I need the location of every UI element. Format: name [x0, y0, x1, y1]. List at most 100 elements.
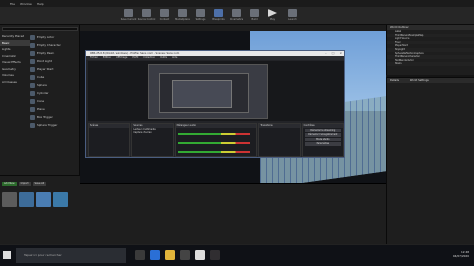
- actor-item[interactable]: Cube: [30, 73, 80, 81]
- maximize-icon[interactable]: □: [332, 51, 335, 56]
- actor-item[interactable]: Point Light: [30, 57, 80, 65]
- store-icon[interactable]: [180, 250, 190, 260]
- add-new-button[interactable]: Add New: [2, 182, 17, 186]
- obs-menu-item[interactable]: Profil: [132, 56, 138, 60]
- actor-icon: [30, 114, 35, 120]
- obs-menu-item[interactable]: Fichier: [90, 56, 98, 60]
- obs-menu-item[interactable]: Aide: [172, 56, 177, 60]
- task-view-icon[interactable]: [135, 250, 145, 260]
- source-item[interactable]: Capture d'ecran: [132, 131, 172, 135]
- blueprints-button[interactable]: Blueprints: [210, 9, 227, 24]
- actor-icon: [30, 66, 35, 72]
- preview-capture: [148, 64, 268, 119]
- actor-item[interactable]: Sphere: [30, 81, 80, 89]
- content-browser: Add New Import Save All: [0, 175, 80, 244]
- asset-tile[interactable]: [2, 192, 17, 207]
- obs-menubar: Fichier Edition Affichage Profil Collect…: [86, 56, 344, 60]
- window-controls: – □ ×: [325, 51, 342, 56]
- marketplace-icon: [178, 9, 187, 17]
- content-button[interactable]: Content: [156, 9, 173, 24]
- settings-button[interactable]: Settings: [192, 9, 209, 24]
- preview-capture-inner-2: [172, 80, 232, 108]
- taskbar-clock[interactable]: 12:48 04/07/2020: [453, 250, 469, 258]
- source-control-icon: [142, 9, 151, 17]
- actor-item[interactable]: Empty Pawn: [30, 49, 80, 57]
- sources-dock: Sources Lecteur multimedia Capture d'ecr…: [131, 123, 174, 157]
- edge-icon[interactable]: [150, 250, 160, 260]
- start-recording-button[interactable]: Démarrer l'enregistrement: [304, 133, 341, 137]
- outliner-list: Label ThirdPersonExampleMap Light Source…: [387, 30, 474, 66]
- start-streaming-button[interactable]: Démarrer le streaming: [304, 128, 341, 132]
- import-button[interactable]: Import: [18, 182, 31, 186]
- obs-docks: Scènes Sources Lecteur multimedia Captur…: [88, 123, 344, 157]
- actor-item[interactable]: Cone: [30, 97, 80, 105]
- asset-grid: [2, 192, 68, 207]
- world-outliner: World Outliner Label ThirdPersonExampleM…: [386, 25, 474, 75]
- close-icon[interactable]: ×: [339, 51, 342, 56]
- menu-window[interactable]: Window: [20, 2, 32, 6]
- actor-icon: [30, 82, 35, 88]
- content-toolbar: Add New Import Save All: [2, 182, 47, 186]
- audio-meter: [177, 142, 251, 144]
- actor-item[interactable]: Sphere Trigger: [30, 121, 80, 129]
- asset-tile[interactable]: [19, 192, 34, 207]
- asset-tile[interactable]: [53, 192, 68, 207]
- play-icon: [268, 9, 277, 17]
- obs-menu-item[interactable]: Affichage: [116, 56, 127, 60]
- gear-icon: [196, 9, 205, 17]
- actor-icon: [30, 58, 35, 64]
- actor-icon: [30, 90, 35, 96]
- world-settings-tab[interactable]: World Settings: [410, 79, 429, 82]
- minimize-icon[interactable]: –: [325, 51, 327, 56]
- unreal-icon[interactable]: [195, 250, 205, 260]
- obs-titlebar: OBS 25.0.8 (64-bit, windows) - Profile: …: [86, 51, 344, 56]
- blueprint-icon: [214, 9, 223, 17]
- obs-menu-item[interactable]: Collection: [143, 56, 155, 60]
- audio-meter: [177, 151, 251, 153]
- menu-help[interactable]: Help: [37, 2, 44, 6]
- obs-bottom-area: [80, 183, 386, 244]
- category-item[interactable]: All Classes: [0, 79, 30, 86]
- actor-item[interactable]: Empty Character: [30, 41, 80, 49]
- settings-button[interactable]: Paramètres: [304, 142, 341, 146]
- outliner-row[interactable]: Stairs: [387, 62, 474, 66]
- actor-item[interactable]: Cylinder: [30, 89, 80, 97]
- marketplace-button[interactable]: Marketplace: [174, 9, 191, 24]
- save-icon: [124, 9, 133, 17]
- obs-menu-item[interactable]: Edition: [103, 56, 111, 60]
- audio-mixer-dock: Mélangeur audio: [174, 123, 258, 157]
- actor-item[interactable]: Box Trigger: [30, 113, 80, 121]
- build-icon: [250, 9, 259, 17]
- taskbar-search-input[interactable]: Tapez ici pour rechercher: [16, 248, 126, 263]
- actor-icon: [30, 98, 35, 104]
- asset-tile[interactable]: [36, 192, 51, 207]
- play-button[interactable]: Play: [264, 9, 281, 24]
- build-button[interactable]: Build: [246, 9, 263, 24]
- obs-menu-item[interactable]: Outils: [160, 56, 167, 60]
- actor-item[interactable]: Player Start: [30, 65, 80, 73]
- launch-icon: [288, 9, 297, 17]
- details-panel: Details World Settings: [386, 77, 474, 244]
- actor-icon: [30, 106, 35, 112]
- actor-icon: [30, 42, 35, 48]
- category-list: Recently Placed Basic Lights Cinematic V…: [0, 33, 30, 85]
- source-control-button[interactable]: Source Control: [138, 9, 155, 24]
- studio-mode-button[interactable]: Mode studio: [304, 137, 341, 141]
- actor-item[interactable]: Plane: [30, 105, 80, 113]
- windows-start-icon[interactable]: [3, 251, 11, 259]
- windows-taskbar: Tapez ici pour rechercher 12:48 04/07/20…: [0, 244, 474, 266]
- preview-capture-inner: [159, 73, 249, 113]
- controls-dock: Contrôles Démarrer le streaming Démarrer…: [301, 123, 344, 157]
- obs-preview[interactable]: [88, 61, 344, 121]
- save-button[interactable]: Save Current: [120, 9, 137, 24]
- obs-icon[interactable]: [210, 250, 220, 260]
- ue-menubar: File Window Help: [0, 0, 474, 7]
- cinematics-button[interactable]: Cinematics: [228, 9, 245, 24]
- actor-item[interactable]: Empty Actor: [30, 33, 80, 41]
- launch-button[interactable]: Launch: [284, 9, 301, 24]
- actor-icon: [30, 122, 35, 128]
- class-search-input[interactable]: [2, 27, 78, 31]
- file-explorer-icon[interactable]: [165, 250, 175, 260]
- save-all-button[interactable]: Save All: [32, 182, 47, 186]
- menu-file[interactable]: File: [10, 2, 15, 6]
